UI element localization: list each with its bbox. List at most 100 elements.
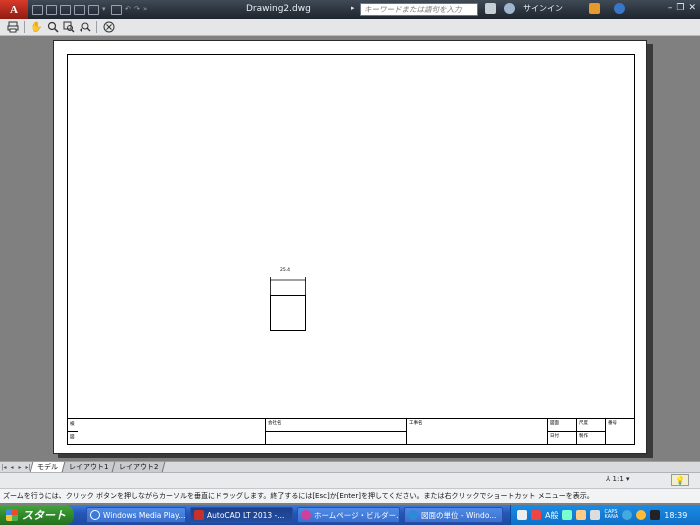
media-player-icon <box>90 510 100 520</box>
clock: 18:39 <box>664 510 688 520</box>
back-arrow-icon[interactable] <box>622 510 633 520</box>
browser-icon <box>408 510 418 520</box>
caps-kana-indicator: CAPS KANA <box>604 510 618 520</box>
title-block-project: 工事名 <box>406 419 547 445</box>
title-block-divider <box>266 431 406 432</box>
ime-indicator[interactable]: A般 <box>545 510 558 521</box>
new-file-icon[interactable] <box>32 4 43 15</box>
scale-label: 尺度 <box>579 421 588 426</box>
window-controls: – ❐ ✕ <box>668 3 696 13</box>
taskbar-item-homepage-builder[interactable]: ホームページ・ビルダー... <box>297 507 400 523</box>
zoom-window-icon[interactable] <box>62 21 75 34</box>
dimension-text: 25.4 <box>280 268 291 273</box>
minimize-icon[interactable]: – <box>668 3 673 13</box>
user-icon[interactable] <box>504 3 515 14</box>
application-menu-button[interactable]: A <box>0 0 28 19</box>
dimension-line[interactable] <box>270 273 306 295</box>
annotation-scale-icon: ⅄ <box>606 475 611 483</box>
title-block-scale: 尺度 製作 <box>576 419 605 445</box>
homepage-builder-icon <box>301 510 311 520</box>
print-icon[interactable] <box>6 21 19 34</box>
help-icon[interactable] <box>590 510 601 520</box>
next-tab-icon[interactable]: ▸ <box>16 464 24 471</box>
taskbar-item-media-player[interactable]: Windows Media Play... <box>86 507 186 523</box>
title-block-left: 検 図 <box>68 419 78 445</box>
more-icon[interactable]: » <box>143 5 149 15</box>
ime-tools-icon[interactable] <box>576 510 587 520</box>
date-label: 日付 <box>550 434 559 439</box>
search-expand-icon[interactable]: ▸ <box>351 4 355 12</box>
title-block: 検 図 会社名 工事名 図面 日付 尺度 製作 番号 <box>68 418 634 445</box>
lightbulb-icon[interactable]: 💡 <box>671 474 689 486</box>
layout-tab-bar: |◂ ◂ ▸ ▸| モデル レイアウト1 レイアウト2 <box>0 461 700 472</box>
taskbar-item-label: AutoCAD LT 2013 -... <box>207 510 285 520</box>
open-file-icon[interactable] <box>46 4 57 15</box>
undo-icon[interactable]: ↶ <box>125 5 131 15</box>
taskbar-item-label: Windows Media Play... <box>103 510 186 520</box>
toolbar-divider <box>24 21 25 33</box>
start-button[interactable]: スタート <box>0 505 74 525</box>
binoculars-icon[interactable] <box>485 3 496 14</box>
sheet-label: 番号 <box>608 421 617 426</box>
titlebar-right-tools: サインイン <box>485 3 625 14</box>
drawing-no-label: 図面 <box>550 421 559 426</box>
save-icon[interactable] <box>60 4 71 15</box>
title-block-divider <box>577 431 605 432</box>
title-block-left-top: 検 <box>70 422 75 427</box>
keyboard-icon[interactable] <box>517 510 527 520</box>
prev-tab-icon[interactable]: ◂ <box>8 464 16 471</box>
zoom-realtime-icon[interactable] <box>46 21 59 34</box>
chevron-down-icon: ▾ <box>626 475 630 483</box>
app-titlebar: A ▾ ↶ ↷ » Drawing2.dwg ▸ キーワードまたは語句を入力 サ… <box>0 0 700 19</box>
title-block-left-bottom: 図 <box>70 435 75 440</box>
tab-model-label: モデル <box>37 463 58 471</box>
restore-icon[interactable]: ❐ <box>676 3 684 13</box>
window-title: Drawing2.dwg <box>246 4 311 14</box>
redo-icon[interactable]: ↷ <box>134 5 140 15</box>
company-label: 会社名 <box>268 421 282 426</box>
annotation-scale-value: 1:1 <box>612 475 624 483</box>
taskbar-item-label: 図面の単位 - Windo... <box>421 510 497 520</box>
security-icon[interactable] <box>650 510 661 520</box>
taskbar-item-browser[interactable]: 図面の単位 - Windo... <box>404 507 503 523</box>
layout-paper[interactable]: 25.4 検 図 会社名 工事名 図面 日付 尺度 製作 番号 <box>53 40 647 454</box>
signin-button[interactable]: サインイン <box>523 3 563 14</box>
print-icon[interactable] <box>111 4 122 15</box>
ime-dictionary-icon[interactable] <box>562 510 573 520</box>
title-block-divider <box>68 431 78 432</box>
close-circle-icon[interactable] <box>102 21 115 34</box>
search-input[interactable]: キーワードまたは語句を入力 <box>360 3 478 16</box>
viewport-rectangle[interactable] <box>270 295 306 331</box>
pan-icon[interactable]: ✋ <box>30 21 43 34</box>
title-block-company: 会社名 <box>265 419 406 445</box>
taskbar-item-label: ホームページ・ビルダー... <box>314 510 400 520</box>
autocad-icon <box>194 510 204 520</box>
chevron-down-icon[interactable]: ▾ <box>102 5 108 15</box>
status-bar: ⅄ 1:1 ▾ 💡 <box>0 472 700 488</box>
tab-layout1[interactable]: レイアウト1 <box>61 462 116 472</box>
plot-icon[interactable] <box>88 4 99 15</box>
title-block-drawing-no: 図面 日付 <box>547 419 576 445</box>
tab-layout2[interactable]: レイアウト2 <box>112 462 167 472</box>
command-line[interactable]: ズームを行うには、クリック ボタンを押しながらカーソルを垂直にドラッグします。終… <box>0 488 700 503</box>
help-icon[interactable] <box>614 3 625 14</box>
windows-taskbar: スタート Windows Media Play... AutoCAD LT 20… <box>0 505 700 525</box>
drawing-frame: 25.4 検 図 会社名 工事名 図面 日付 尺度 製作 番号 <box>67 54 635 445</box>
zoom-previous-icon[interactable] <box>78 21 91 34</box>
taskbar-item-autocad[interactable]: AutoCAD LT 2013 -... <box>190 507 293 523</box>
quick-access-toolbar: ▾ ↶ ↷ » <box>32 4 149 15</box>
drawn-label: 製作 <box>579 434 588 439</box>
system-tray: A般 CAPS KANA 18:39 <box>510 505 700 525</box>
update-icon[interactable] <box>636 510 647 520</box>
tab-model[interactable]: モデル <box>29 462 66 472</box>
title-block-divider <box>548 431 576 432</box>
network-icon[interactable] <box>531 510 541 520</box>
first-tab-icon[interactable]: |◂ <box>0 464 8 471</box>
close-icon[interactable]: ✕ <box>688 3 696 13</box>
windows-flag-icon <box>6 509 18 521</box>
annotation-scale[interactable]: ⅄ 1:1 ▾ <box>606 475 630 483</box>
kana-label: KANA <box>604 514 619 520</box>
exchange-icon[interactable] <box>589 3 600 14</box>
save-as-icon[interactable] <box>74 4 85 15</box>
tab-layout2-label: レイアウト2 <box>119 463 159 471</box>
